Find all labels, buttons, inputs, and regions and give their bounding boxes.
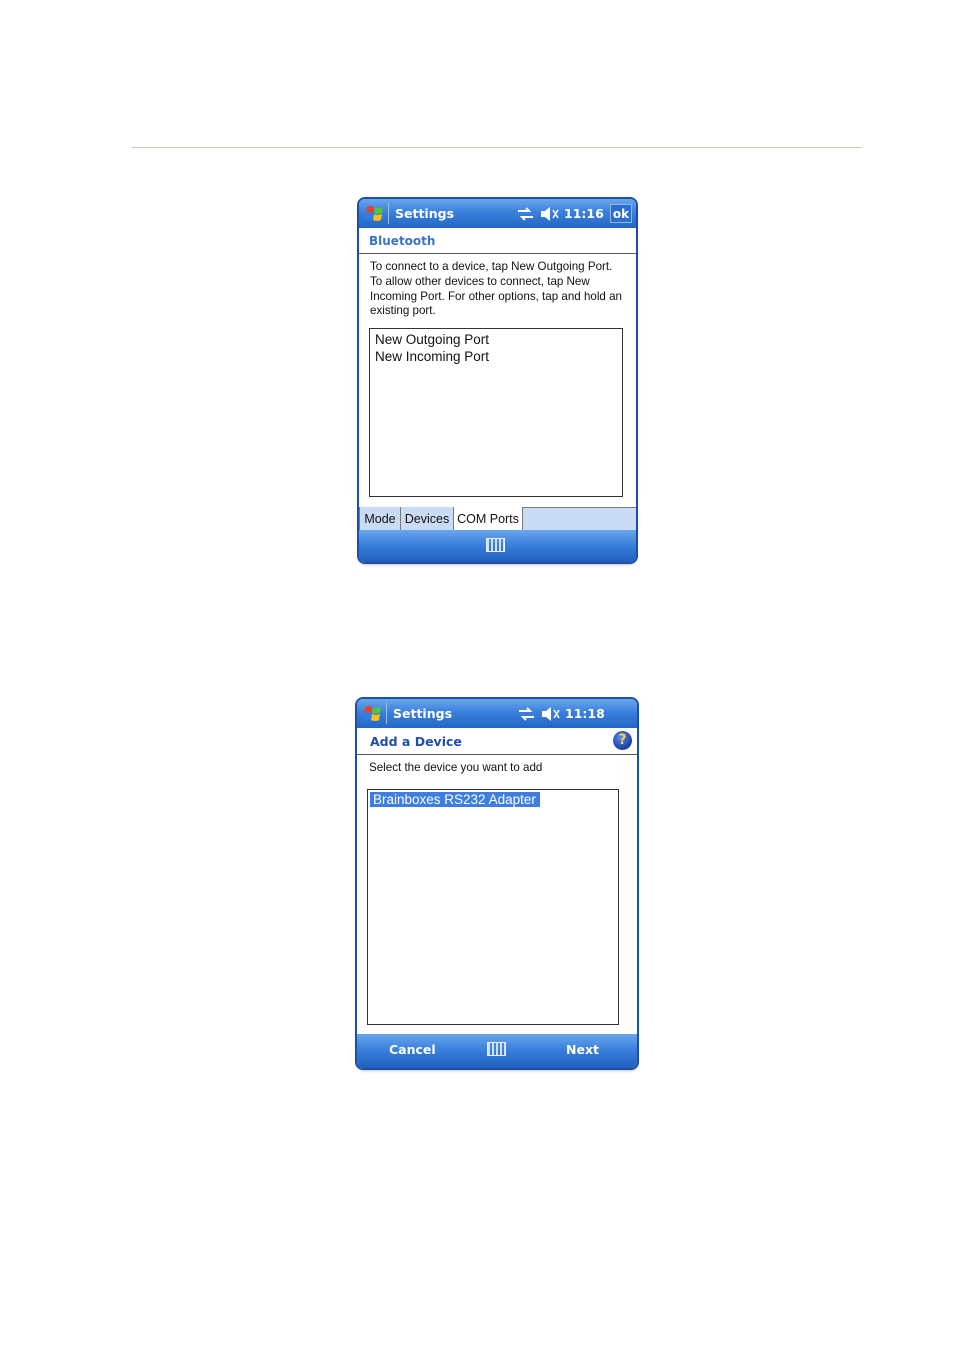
clock[interactable]: 11:16: [564, 206, 604, 221]
volume-muted-icon[interactable]: [540, 206, 560, 222]
help-icon[interactable]: ?: [613, 731, 632, 750]
connectivity-icon[interactable]: [518, 707, 535, 721]
ok-button[interactable]: ok: [610, 204, 632, 223]
header-rule: [132, 147, 862, 148]
port-list[interactable]: New Outgoing Port New Incoming Port: [369, 328, 623, 497]
windows-start-icon[interactable]: [364, 204, 386, 223]
clock[interactable]: 11:18: [565, 706, 605, 721]
menu-bar: Cancel Next: [357, 1034, 637, 1068]
app-title: Settings: [393, 706, 453, 721]
page-heading: Bluetooth: [359, 228, 636, 254]
page-heading: Add a Device ?: [357, 728, 637, 755]
title-bar: Settings 11:16 ok: [359, 199, 636, 228]
cancel-button[interactable]: Cancel: [389, 1042, 436, 1057]
menu-bar: [359, 530, 636, 562]
title-bar: Settings 11:18: [357, 699, 637, 728]
page-title: Bluetooth: [369, 234, 436, 248]
list-item-label: Brainboxes RS232 Adapter: [370, 792, 540, 807]
device-list[interactable]: Brainboxes RS232 Adapter: [367, 789, 619, 1025]
page-title: Add a Device: [370, 734, 462, 749]
title-separator: [388, 203, 389, 224]
list-item-device[interactable]: Brainboxes RS232 Adapter: [368, 791, 618, 808]
tab-devices[interactable]: Devices: [400, 507, 454, 532]
app-title: Settings: [395, 206, 455, 221]
title-separator: [386, 703, 387, 724]
keyboard-icon[interactable]: [487, 1042, 506, 1056]
prompt-text: Select the device you want to add: [369, 761, 543, 774]
next-button[interactable]: Next: [566, 1042, 599, 1057]
add-device-screenshot: Settings 11:18 Add a Device ? Select the…: [357, 699, 637, 1068]
tab-mode[interactable]: Mode: [359, 507, 401, 532]
instructions-text: To connect to a device, tap New Outgoing…: [370, 260, 622, 318]
windows-start-icon[interactable]: [362, 704, 384, 723]
connectivity-icon[interactable]: [517, 207, 534, 221]
keyboard-icon[interactable]: [486, 538, 505, 552]
bluetooth-com-ports-screenshot: Settings 11:16 ok Bluetooth To connect t…: [359, 199, 636, 562]
volume-muted-icon[interactable]: [541, 706, 561, 722]
list-item-new-outgoing-port[interactable]: New Outgoing Port: [370, 331, 622, 348]
list-item-new-incoming-port[interactable]: New Incoming Port: [370, 348, 622, 365]
